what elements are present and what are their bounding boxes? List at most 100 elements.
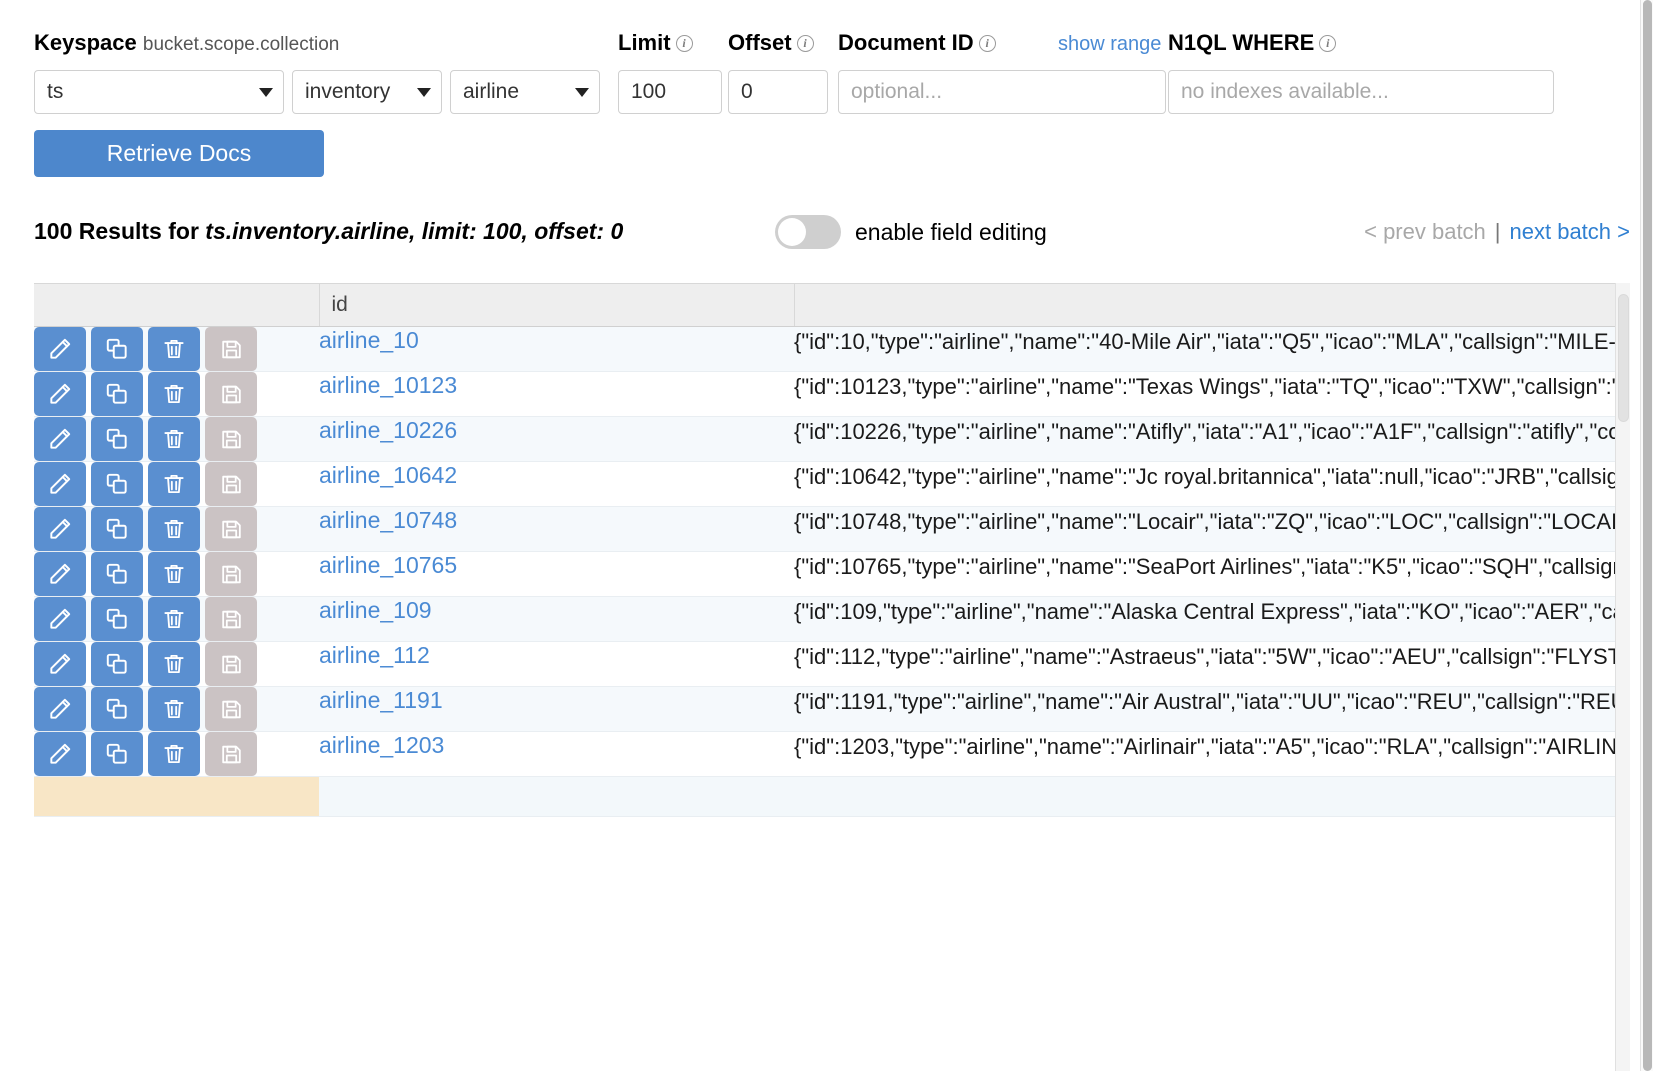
document-id-link[interactable]: airline_112 [319, 642, 430, 668]
bucket-select[interactable]: ts [34, 70, 284, 114]
limit-input[interactable]: 100 [618, 70, 722, 114]
trash-icon[interactable] [148, 732, 200, 776]
document-id-link[interactable]: airline_10226 [319, 417, 457, 443]
scope-select-value: inventory [305, 80, 390, 103]
edit-icon[interactable] [34, 327, 86, 371]
copy-icon[interactable] [91, 642, 143, 686]
row-document-cell[interactable]: {"id":10123,"type":"airline","name":"Tex… [794, 372, 1630, 417]
retrieve-docs-button[interactable]: Retrieve Docs [34, 130, 324, 177]
collection-select[interactable]: airline [450, 70, 600, 114]
copy-icon[interactable] [91, 687, 143, 731]
table-row: airline_10765 {"id":10765,"type":"airline… [34, 552, 1630, 597]
document-id-link[interactable]: airline_1191 [319, 687, 443, 713]
edit-icon[interactable] [34, 687, 86, 731]
row-action-buttons [34, 507, 319, 551]
row-document-cell[interactable]: {"id":1191,"type":"airline","name":"Air … [794, 687, 1630, 732]
row-id-cell: airline_1191 [319, 687, 794, 732]
document-id-link[interactable]: airline_10765 [319, 552, 457, 578]
row-action-buttons [34, 417, 319, 461]
n1ql-where-input[interactable]: no indexes available... [1168, 70, 1554, 114]
copy-icon[interactable] [91, 327, 143, 371]
copy-icon[interactable] [91, 552, 143, 596]
header-actions [34, 284, 319, 327]
table-row: airline_10748 {"id":10748,"type":"airline… [34, 507, 1630, 552]
toggle-knob [778, 218, 806, 246]
page-scrollbar-thumb[interactable] [1643, 0, 1652, 1071]
trash-icon[interactable] [148, 507, 200, 551]
row-document-cell[interactable]: {"id":10642,"type":"airline","name":"Jc … [794, 462, 1630, 507]
n1ql-where-label: N1QL WHEREi [1168, 30, 1336, 56]
table-row: airline_10 {"id":10,"type":"airline","nam… [34, 327, 1630, 372]
documents-table: id airline_10 {"id":10,"type":"airline","… [34, 284, 1630, 817]
offset-label: Offseti [728, 30, 814, 56]
row-document-cell[interactable]: {"id":112,"type":"airline","name":"Astra… [794, 642, 1630, 687]
enable-field-editing-label: enable field editing [855, 219, 1047, 246]
show-range-link[interactable]: show range [1058, 33, 1161, 56]
copy-icon[interactable] [91, 732, 143, 776]
row-document-cell[interactable]: {"id":10226,"type":"airline","name":"Ati… [794, 417, 1630, 462]
document-id-link[interactable]: airline_10123 [319, 372, 457, 398]
table-row: airline_109 {"id":109,"type":"airline","n… [34, 597, 1630, 642]
trash-icon[interactable] [148, 687, 200, 731]
copy-icon[interactable] [91, 462, 143, 506]
edit-icon[interactable] [34, 597, 86, 641]
row-document-cell[interactable]: {"id":109,"type":"airline","name":"Alask… [794, 597, 1630, 642]
n1ql-where-info-icon[interactable]: i [1319, 35, 1336, 52]
trash-icon[interactable] [148, 597, 200, 641]
scope-select[interactable]: inventory [292, 70, 442, 114]
trash-icon[interactable] [148, 417, 200, 461]
edit-icon[interactable] [34, 507, 86, 551]
edit-icon[interactable] [34, 462, 86, 506]
trash-icon[interactable] [148, 642, 200, 686]
edit-icon[interactable] [34, 417, 86, 461]
row-actions-cell [34, 462, 319, 507]
trash-icon[interactable] [148, 552, 200, 596]
copy-icon[interactable] [91, 597, 143, 641]
table-scrollbar-thumb[interactable] [1618, 294, 1629, 422]
trash-icon[interactable] [148, 327, 200, 371]
row-id-cell: airline_112 [319, 642, 794, 687]
table-row: airline_10226 {"id":10226,"type":"airline… [34, 417, 1630, 462]
document-id-info-icon[interactable]: i [979, 35, 996, 52]
enable-field-editing-toggle[interactable]: enable field editing [775, 215, 1047, 249]
row-document-cell[interactable]: {"id":10748,"type":"airline","name":"Loc… [794, 507, 1630, 552]
copy-icon[interactable] [91, 372, 143, 416]
save-icon [205, 417, 257, 461]
toggle-track[interactable] [775, 215, 841, 249]
save-icon [205, 597, 257, 641]
document-id-link[interactable]: airline_109 [319, 597, 432, 623]
next-batch-link[interactable]: next batch > [1510, 219, 1630, 244]
limit-info-icon[interactable]: i [676, 35, 693, 52]
results-query-text: ts.inventory.airline, limit: 100, offset… [205, 218, 623, 244]
documents-table-container[interactable]: id airline_10 {"id":10,"type":"airline","… [34, 283, 1630, 1071]
row-action-buttons [34, 642, 319, 686]
edit-icon[interactable] [34, 732, 86, 776]
copy-icon[interactable] [91, 417, 143, 461]
document-id-link[interactable]: airline_10748 [319, 507, 457, 533]
edit-icon[interactable] [34, 372, 86, 416]
row-actions-cell [34, 327, 319, 372]
document-id-link[interactable]: airline_1203 [319, 732, 444, 758]
row-actions-cell [34, 372, 319, 417]
offset-info-icon[interactable]: i [797, 35, 814, 52]
edit-icon[interactable] [34, 642, 86, 686]
copy-icon[interactable] [91, 507, 143, 551]
table-header-row: id [34, 284, 1630, 327]
trash-icon[interactable] [148, 462, 200, 506]
save-icon [205, 327, 257, 371]
row-document-cell[interactable]: {"id":10,"type":"airline","name":"40-Mil… [794, 327, 1630, 372]
document-id-input[interactable]: optional... [838, 70, 1166, 114]
row-document-cell[interactable]: {"id":10765,"type":"airline","name":"Sea… [794, 552, 1630, 597]
page-vertical-scrollbar[interactable] [1640, 0, 1653, 1071]
row-document-cell[interactable]: {"id":1203,"type":"airline","name":"Airl… [794, 732, 1630, 777]
document-id-link[interactable]: airline_10 [319, 327, 419, 353]
table-row: airline_10123 {"id":10123,"type":"airline… [34, 372, 1630, 417]
document-id-link[interactable]: airline_10642 [319, 462, 457, 488]
table-row: airline_112 {"id":112,"type":"airline","n… [34, 642, 1630, 687]
offset-input[interactable]: 0 [728, 70, 828, 114]
row-id-cell: airline_10765 [319, 552, 794, 597]
edit-icon[interactable] [34, 552, 86, 596]
prev-batch-link[interactable]: < prev batch [1364, 219, 1486, 244]
trash-icon[interactable] [148, 372, 200, 416]
table-vertical-scrollbar[interactable] [1616, 283, 1630, 1071]
